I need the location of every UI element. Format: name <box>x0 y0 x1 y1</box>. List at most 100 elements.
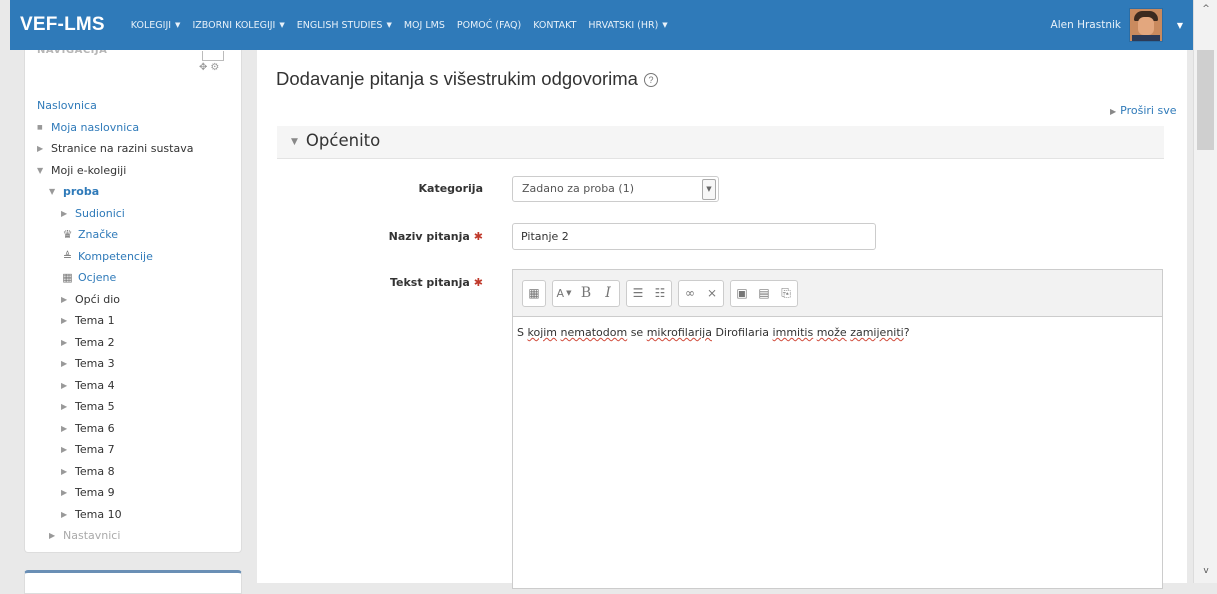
nav-menu-item-label: MOJ LMS <box>403 19 445 31</box>
question-text-editor: ▦ A ▼ B I ☰ ☷ ∞ ⨯ ▣ ▤ ⎘ S kojim nematodom… <box>512 269 1163 589</box>
caret-down-icon: ▼ <box>279 21 285 29</box>
brand-logo[interactable]: VEF-LMS <box>20 14 105 36</box>
bullet-icon: ■ <box>37 123 43 131</box>
collapsed-arrow-icon: ▶ <box>61 445 68 454</box>
navigation-block: NAVIGACIJA ✥⚙ Naslovnica ■ Moja naslovnica… <box>24 50 242 553</box>
nav-tree-item[interactable]: ▦ Ocjene <box>37 267 193 289</box>
toolbar-group: ▣ ▤ ⎘ <box>730 279 798 307</box>
nav-tree-item[interactable]: ▶ Tema 2 <box>37 332 193 354</box>
nav-tree-item[interactable]: ≜ Kompetencije <box>37 246 193 268</box>
nav-menu-item-label: POMOĆ (FAQ) <box>456 19 522 31</box>
scroll-up-arrow-icon[interactable]: ^ <box>1194 4 1217 14</box>
media-icon[interactable]: ▤ <box>753 281 775 306</box>
nav-tree-item-label: Opći dio <box>75 292 121 306</box>
category-label-text: Kategorija <box>418 182 484 195</box>
dock-block-icon[interactable] <box>202 51 224 61</box>
category-select[interactable]: Zadano za proba (1) ▼ <box>512 176 719 202</box>
editor-content-area[interactable]: S kojim nematodom se mikrofilarija Dirof… <box>513 317 1162 348</box>
unlink-icon[interactable]: ⨯ <box>701 281 723 306</box>
unordered-list-icon[interactable]: ☰ <box>627 281 649 306</box>
ordered-list-icon[interactable]: ☷ <box>649 281 671 306</box>
collapse-triangle-icon: ▼ <box>291 136 298 147</box>
nav-tree-item[interactable]: ▶ Sudionici <box>37 203 193 225</box>
misspelled-word: zamijeniti <box>850 326 904 339</box>
link-icon[interactable]: ∞ <box>679 281 701 306</box>
nav-menu-item[interactable]: ENGLISH STUDIES ▼ <box>297 20 392 31</box>
trophy-icon: ♛ <box>62 228 73 241</box>
gear-icon[interactable]: ⚙ <box>210 62 222 73</box>
nav-tree-item[interactable]: ▶ Tema 4 <box>37 375 193 397</box>
nav-tree-item[interactable]: Naslovnica <box>37 95 193 117</box>
user-menu-caret-icon[interactable]: ▼ <box>1167 0 1193 50</box>
nav-tree-item-label: Tema 7 <box>75 443 115 456</box>
help-icon[interactable]: ? <box>643 73 658 88</box>
nav-tree-item[interactable]: ▶ Tema 6 <box>37 418 193 440</box>
expand-triangle-icon: ▶ <box>1110 107 1117 116</box>
nav-tree-item-label: Naslovnica <box>37 99 97 112</box>
nav-tree-item[interactable]: ▶ Tema 7 <box>37 439 193 461</box>
collapsed-arrow-icon: ▶ <box>61 402 68 411</box>
nav-menu-item[interactable]: HRVATSKI (HR) ▼ <box>588 20 667 31</box>
nav-tree-item[interactable]: ▶ Tema 3 <box>37 353 193 375</box>
section-general-header[interactable]: ▼ Općenito <box>277 126 1164 159</box>
nav-menu-item[interactable]: POMOĆ (FAQ) <box>457 20 521 31</box>
nav-tree-item-label: Moja naslovnica <box>51 120 140 134</box>
bold-icon[interactable]: B <box>575 281 597 306</box>
nav-menu-item[interactable]: MOJ LMS <box>404 20 445 31</box>
nav-tree-item-label: Tema 6 <box>75 421 115 435</box>
toolbar-toggle-icon[interactable]: ▦ <box>523 281 545 306</box>
nav-tree-item-label: Tema 9 <box>75 486 115 499</box>
nav-menu-item[interactable]: KONTAKT <box>533 20 576 31</box>
question-name-input[interactable] <box>512 223 876 250</box>
nav-tree-item-label: Tema 4 <box>75 378 115 392</box>
manage-files-icon[interactable]: ⎘ <box>775 281 797 306</box>
font-style-icon[interactable]: A ▼ <box>553 281 575 306</box>
scroll-down-arrow-icon[interactable]: v <box>1194 566 1217 576</box>
expand-all-link[interactable]: ▶ Proširi sve <box>1110 104 1176 117</box>
editor-text: Dirofilaria <box>711 326 773 339</box>
collapsed-arrow-icon: ▶ <box>61 316 68 325</box>
collapsed-arrow-icon: ▶ <box>37 144 44 153</box>
image-icon[interactable]: ▣ <box>731 281 753 306</box>
nav-tree-item[interactable]: ▶ Tema 9 <box>37 482 193 504</box>
scroll-thumb[interactable] <box>1197 50 1214 150</box>
block-controls: ✥⚙ <box>199 62 222 73</box>
move-icon[interactable]: ✥ <box>199 62 210 73</box>
user-avatar[interactable] <box>1129 8 1163 42</box>
caret-down-icon: ▼ <box>662 21 668 29</box>
nav-menu-item-label: HRVATSKI (HR) <box>588 19 659 31</box>
collapsed-arrow-icon: ▶ <box>61 208 68 218</box>
italic-icon[interactable]: I <box>597 281 619 306</box>
navigation-block-title: NAVIGACIJA <box>37 50 108 56</box>
nav-tree-item-label: proba <box>63 185 100 198</box>
nav-tree-item[interactable]: ▼ proba <box>37 181 193 203</box>
user-name[interactable]: Alen Hrastnik <box>1051 19 1121 31</box>
nav-menu-item[interactable]: KOLEGIJI ▼ <box>131 20 181 31</box>
nav-menu-item-label: KOLEGIJI <box>130 19 172 31</box>
nav-tree-item[interactable]: ▶ Tema 8 <box>37 461 193 483</box>
toolbar-group: ∞ ⨯ <box>678 279 724 307</box>
main-content: Dodavanje pitanja s višestrukim odgovori… <box>257 50 1187 589</box>
grades-table-icon: ▦ <box>62 271 73 284</box>
editor-text: S <box>517 326 528 339</box>
nav-tree-item[interactable]: ▶ Stranice na razini sustava <box>37 138 193 160</box>
collapsed-arrow-icon: ▶ <box>61 380 68 390</box>
collapsed-arrow-icon: ▶ <box>61 359 68 368</box>
nav-tree-item[interactable]: ▶ Opći dio <box>37 289 193 311</box>
nav-tree-item[interactable]: ▶ Tema 10 <box>37 504 193 526</box>
chevron-down-icon[interactable]: ▼ <box>702 179 716 200</box>
nav-tree-item[interactable]: ♛ Značke <box>37 224 193 246</box>
nav-tree-item[interactable]: ▶ Tema 5 <box>37 396 193 418</box>
nav-tree-item[interactable]: ■ Moja naslovnica <box>37 117 193 139</box>
misspelled-word: nematodom <box>560 326 628 339</box>
page-scrollbar[interactable]: ^ v <box>1193 0 1217 583</box>
nav-tree-item[interactable]: ▼ Moji e-kolegiji <box>37 160 193 182</box>
nav-menu-item[interactable]: IZBORNI KOLEGIJI ▼ <box>192 20 284 31</box>
nav-tree-item[interactable]: ▶ Tema 1 <box>37 310 193 332</box>
nav-tree-item-label: Tema 10 <box>75 507 122 521</box>
nav-tree-item[interactable]: ▶ Nastavnici <box>37 525 193 547</box>
collapsed-arrow-icon: ▶ <box>61 423 68 433</box>
editor-toolbar: ▦ A ▼ B I ☰ ☷ ∞ ⨯ ▣ ▤ ⎘ <box>513 270 1162 317</box>
second-block <box>24 570 242 594</box>
question-name-label: Naziv pitanja ✱ <box>257 230 483 243</box>
